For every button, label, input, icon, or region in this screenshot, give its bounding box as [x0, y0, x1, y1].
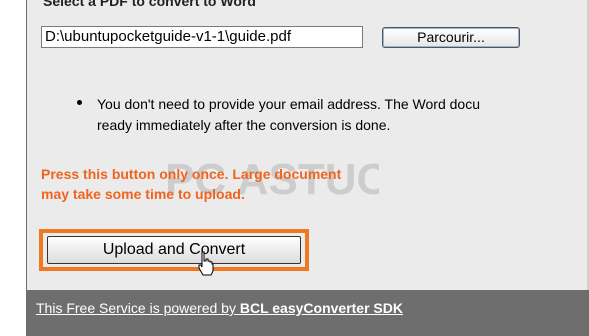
footer: This Free Service is powered by BCL easy… — [27, 290, 589, 336]
hand-pointer-icon — [198, 251, 214, 276]
bullet-icon — [77, 100, 82, 105]
converter-panel: Select a PDF to convert to Word D:\ubunt… — [27, 0, 589, 290]
warning-line-1: Press this button only once. Large docum… — [41, 166, 342, 182]
footer-brand-link[interactable]: BCL easyConverter SDK — [240, 300, 403, 316]
footer-text: This Free Service is powered by BCL easy… — [36, 300, 403, 316]
warning-line-2: may take some time to upload. — [41, 186, 245, 202]
info-line-2: ready immediately after the conversion i… — [97, 117, 391, 133]
upload-warning: Press this button only once. Large docum… — [41, 164, 361, 204]
info-text: You don't need to provide your email add… — [97, 94, 589, 136]
footer-prefix: This Free Service is powered by — [36, 300, 240, 316]
section-title: Select a PDF to convert to Word — [43, 0, 256, 9]
left-margin — [0, 0, 27, 336]
page-frame: Select a PDF to convert to Word D:\ubunt… — [0, 0, 589, 336]
file-path-input[interactable]: D:\ubuntupocketguide-v1-1\guide.pdf — [41, 26, 363, 48]
info-line-1: You don't need to provide your email add… — [97, 96, 480, 112]
browse-button[interactable]: Parcourir... — [382, 27, 520, 48]
upload-convert-button[interactable]: Upload and Convert — [47, 236, 301, 264]
